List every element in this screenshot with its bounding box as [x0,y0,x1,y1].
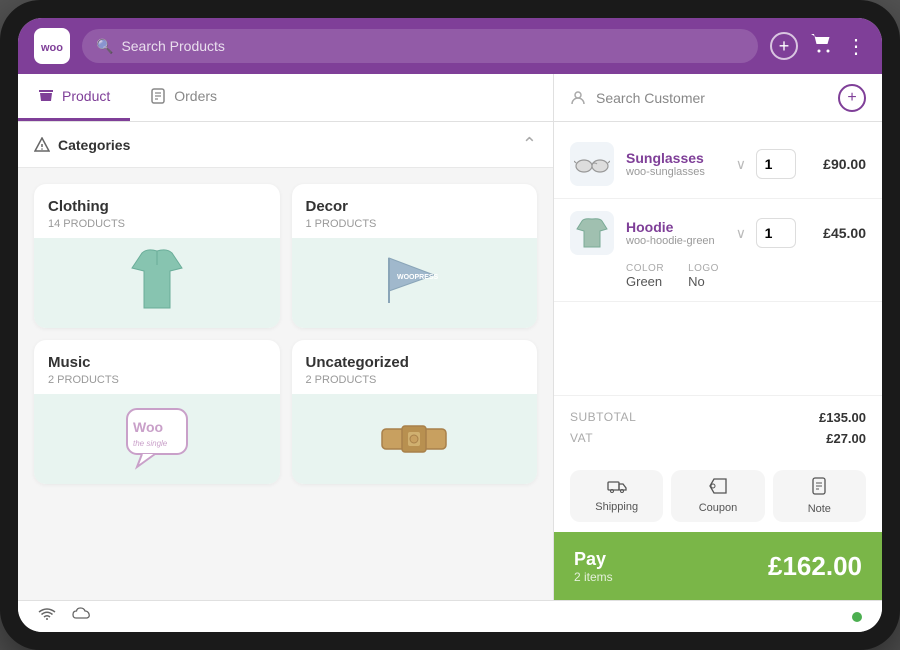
action-buttons: Shipping Coupon [554,460,882,532]
clothing-image [34,238,280,328]
categories-toggle[interactable]: ⌃ [522,134,537,155]
color-attr-value: Green [626,274,664,289]
svg-text:WOOPRESS: WOOPRESS [397,274,439,281]
search-products-placeholder: Search Products [121,38,225,54]
categories-header: Categories ⌃ [18,122,553,168]
status-bar [18,600,882,632]
category-name: Music [48,354,266,371]
shipping-label: Shipping [595,501,638,513]
wifi-icon [38,607,56,626]
add-customer-button[interactable]: + [838,84,866,112]
logo-attr-value: No [688,274,719,289]
pay-amount: £162.00 [768,551,862,582]
item-expand-icon[interactable]: ∨ [736,225,746,242]
category-name: Clothing [48,198,266,215]
svg-text:Woo: Woo [133,419,163,435]
customer-icon [570,90,586,106]
search-customer-input[interactable]: Search Customer [570,90,828,106]
subtotal-label: SUBTOTAL [570,410,636,425]
categories-icon [34,137,50,153]
tab-bar: Product Orders [18,74,882,122]
search-products-bar[interactable]: 🔍 Search Products [82,29,758,63]
item-name-sunglasses[interactable]: Sunglasses [626,150,724,166]
tab-orders[interactable]: Orders [130,74,237,121]
coupon-label: Coupon [699,502,738,514]
vat-label: VAT [570,431,593,446]
vat-row: VAT £27.00 [570,431,866,446]
item-sku-hoodie: woo-hoodie-green [626,235,724,247]
cloud-icon [72,607,92,626]
logo-attr-label: LOGO [688,263,719,274]
main-area: Categories ⌃ Clothing 14 PRODUCTS [18,122,882,600]
item-name-hoodie[interactable]: Hoodie [626,219,724,235]
note-button[interactable]: Note [773,470,866,522]
order-item-hoodie: Hoodie woo-hoodie-green ∨ £45.00 [554,199,882,302]
categories-grid: Clothing 14 PRODUCTS D [18,168,553,500]
top-bar: woo 🔍 Search Products + ⋮ [18,18,882,74]
category-name: Uncategorized [306,354,524,371]
tab-product[interactable]: Product [18,74,130,121]
search-customer-area: Search Customer + [553,74,882,121]
status-indicator [852,612,862,622]
coupon-icon [709,478,727,499]
subtotal-value: £135.00 [819,410,866,425]
product-tab-icon [38,88,54,104]
more-menu-icon[interactable]: ⋮ [846,34,866,59]
categories-title: Categories [34,137,130,153]
category-count: 14 PRODUCTS [48,218,266,230]
category-count: 1 PRODUCTS [306,218,524,230]
music-image: Woo the single [34,394,280,484]
woo-logo[interactable]: woo [34,28,70,64]
search-icon: 🔍 [96,38,113,55]
uncategorized-image [292,394,538,484]
decor-image: WOOPRESS [292,238,538,328]
category-count: 2 PRODUCTS [48,374,266,386]
hoodie-thumbnail [570,211,614,255]
shipping-icon [607,479,627,498]
note-icon [811,477,827,500]
add-product-button[interactable]: + [770,32,798,60]
category-card-music[interactable]: Music 2 PRODUCTS Woo the single [34,340,280,484]
item-sku-sunglasses: woo-sunglasses [626,166,724,178]
note-label: Note [808,503,831,515]
pay-items-count: 2 items [574,570,613,584]
category-count: 2 PRODUCTS [306,374,524,386]
shipping-button[interactable]: Shipping [570,470,663,522]
svg-text:the single: the single [133,439,168,448]
hoodie-price: £45.00 [806,225,866,241]
totals-section: SUBTOTAL £135.00 VAT £27.00 [554,395,882,460]
right-panel: Sunglasses woo-sunglasses ∨ £90.00 [553,122,882,600]
left-tabs: Product Orders [18,74,553,121]
cart-icon[interactable] [810,33,834,59]
left-panel: Categories ⌃ Clothing 14 PRODUCTS [18,122,553,600]
order-item-sunglasses: Sunglasses woo-sunglasses ∨ £90.00 [554,130,882,199]
sunglasses-price: £90.00 [806,156,866,172]
category-name: Decor [306,198,524,215]
svg-text:woo: woo [41,42,63,53]
category-card-uncategorized[interactable]: Uncategorized 2 PRODUCTS [292,340,538,484]
subtotal-row: SUBTOTAL £135.00 [570,410,866,425]
hoodie-attributes: COLOR Green LOGO No [570,263,866,289]
category-card-clothing[interactable]: Clothing 14 PRODUCTS [34,184,280,328]
sunglasses-qty-input[interactable] [756,149,796,179]
hoodie-qty-input[interactable] [756,218,796,248]
category-card-decor[interactable]: Decor 1 PRODUCTS WOOPRESS [292,184,538,328]
vat-value: £27.00 [826,431,866,446]
sunglasses-thumbnail [570,142,614,186]
pay-button[interactable]: Pay 2 items £162.00 [554,532,882,600]
color-attr-label: COLOR [626,263,664,274]
orders-tab-icon [150,88,166,104]
pay-label: Pay [574,549,613,570]
item-expand-icon[interactable]: ∨ [736,156,746,173]
coupon-button[interactable]: Coupon [671,470,764,522]
order-items: Sunglasses woo-sunglasses ∨ £90.00 [554,122,882,395]
